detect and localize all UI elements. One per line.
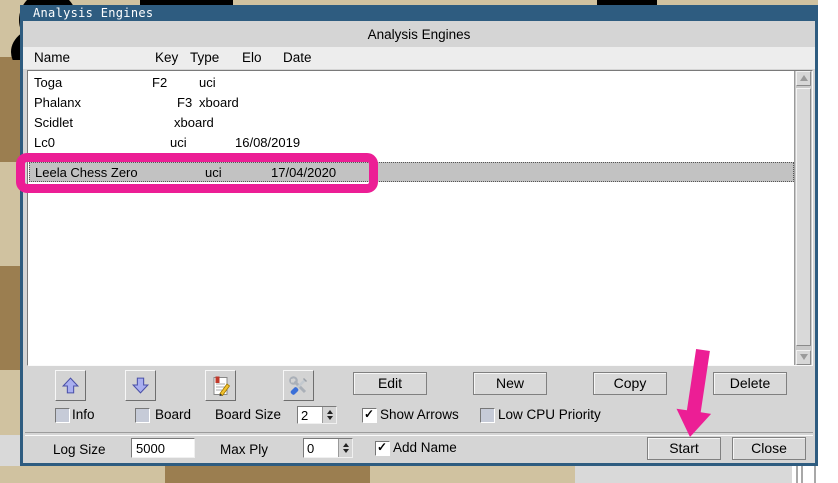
show-arrows-checkbox[interactable] [362, 408, 377, 423]
column-type: Type [190, 50, 219, 65]
engine-key: F3 [177, 93, 192, 113]
info-checkbox[interactable] [55, 408, 70, 423]
sash-divider [801, 466, 803, 483]
tools-icon [288, 375, 310, 397]
engine-configure-button[interactable] [283, 370, 314, 401]
down-arrow-icon [130, 375, 151, 396]
move-down-button[interactable] [125, 370, 156, 401]
sash-divider [796, 466, 798, 483]
max-ply-spinner[interactable] [303, 438, 353, 458]
engine-row-lc0[interactable]: Lc0 uci 16/08/2019 [29, 133, 794, 153]
column-date: Date [283, 50, 312, 65]
annotation-arrow [652, 344, 716, 444]
note-edit-icon [210, 375, 232, 397]
column-name: Name [34, 50, 70, 65]
edit-button[interactable]: Edit [353, 372, 427, 395]
engine-name: Lc0 [34, 133, 55, 153]
list-column-header: Name Key Type Elo Date [23, 47, 815, 69]
scrollbar-thumb[interactable] [796, 88, 811, 346]
engine-type: xboard [199, 93, 239, 113]
add-name-checkbox[interactable] [375, 441, 390, 456]
up-arrow-icon [60, 375, 81, 396]
engine-type: uci [170, 133, 187, 153]
delete-button[interactable]: Delete [713, 372, 787, 395]
board-square [0, 57, 20, 162]
board-label: Board [155, 407, 191, 422]
board-square [370, 466, 575, 483]
engine-name: Phalanx [34, 93, 81, 113]
panel-fragment [0, 435, 20, 466]
scrollbar-up-button[interactable] [796, 71, 811, 86]
engine-row-toga[interactable]: Toga F2 uci [29, 73, 794, 93]
spinner-buttons[interactable] [338, 439, 352, 457]
dialog-heading: Analysis Engines [23, 27, 815, 42]
board-size-input[interactable] [298, 407, 322, 423]
board-square [0, 370, 20, 435]
column-key: Key [155, 50, 178, 65]
sash-divider [814, 466, 816, 483]
board-size-spinner[interactable] [297, 406, 337, 424]
engine-name: Toga [34, 73, 62, 93]
move-up-button[interactable] [55, 370, 86, 401]
board-square [0, 266, 20, 370]
engine-type: xboard [174, 113, 214, 133]
window-title: Analysis Engines [33, 6, 153, 20]
low-cpu-checkbox[interactable] [480, 408, 495, 423]
panel-fragment [575, 466, 792, 483]
engine-row-scidlet[interactable]: Scidlet xboard [29, 113, 794, 133]
window-title-bar[interactable]: Analysis Engines [20, 5, 818, 21]
list-scrollbar[interactable] [794, 71, 812, 365]
engine-row-phalanx[interactable]: Phalanx F3 xboard [29, 93, 794, 113]
max-ply-label: Max Ply [220, 442, 268, 457]
engine-name: Scidlet [34, 113, 73, 133]
up-triangle-icon [800, 75, 808, 81]
scrollbar-down-button[interactable] [796, 350, 811, 365]
low-cpu-label: Low CPU Priority [498, 407, 601, 422]
info-label: Info [72, 407, 95, 422]
spin-down-icon [343, 449, 349, 453]
add-name-label: Add Name [393, 440, 457, 455]
engine-list[interactable]: Toga F2 uci Phalanx F3 xboard Scidlet xb… [27, 70, 813, 366]
new-button[interactable]: New [473, 372, 547, 395]
engine-type: uci [199, 73, 216, 93]
engine-rows: Toga F2 uci Phalanx F3 xboard Scidlet xb… [29, 71, 794, 364]
engine-log-button[interactable] [205, 370, 236, 401]
spin-down-icon [327, 416, 333, 420]
engine-key: F2 [152, 73, 167, 93]
board-square [0, 466, 165, 483]
board-size-label: Board Size [215, 407, 281, 422]
down-triangle-icon [800, 354, 808, 360]
max-ply-input[interactable] [304, 439, 338, 457]
column-elo: Elo [242, 50, 262, 65]
spin-up-icon [343, 443, 349, 447]
log-size-input[interactable] [131, 438, 195, 458]
annotation-highlight-box [16, 153, 378, 193]
spinner-buttons[interactable] [322, 407, 336, 423]
screen: Analysis Engines Analysis Engines Name K… [0, 0, 838, 483]
close-button[interactable]: Close [732, 437, 806, 460]
show-arrows-label: Show Arrows [380, 407, 459, 422]
engine-date: 16/08/2019 [235, 133, 300, 153]
board-square [165, 466, 370, 483]
log-size-label: Log Size [53, 442, 106, 457]
board-checkbox[interactable] [135, 408, 150, 423]
spin-up-icon [327, 410, 333, 414]
